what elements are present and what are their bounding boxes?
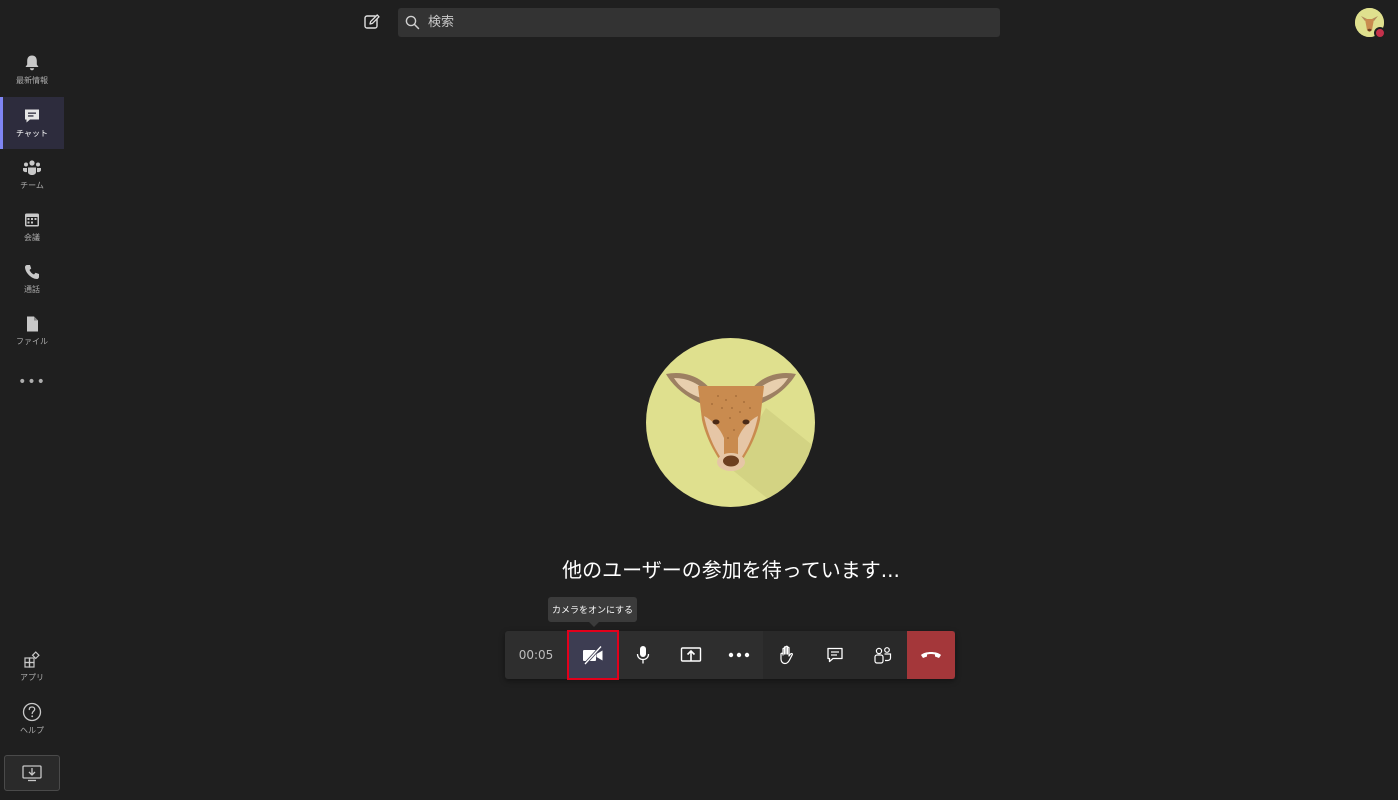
rail-item-label: 通話 — [24, 285, 40, 294]
camera-tooltip: カメラをオンにする — [548, 597, 637, 627]
share-screen-icon — [680, 647, 702, 662]
search-input[interactable] — [426, 14, 986, 31]
rail-item-help[interactable]: ヘルプ — [0, 693, 64, 745]
hang-up-button[interactable] — [907, 631, 955, 679]
chat-toggle-button[interactable] — [811, 631, 859, 679]
help-icon — [22, 702, 42, 722]
deer-avatar-icon — [646, 338, 815, 507]
rail-item-apps[interactable]: アプリ — [0, 641, 64, 693]
more-icon: ••• — [18, 374, 46, 390]
top-bar — [0, 0, 1398, 44]
rail-item-label: チャット — [16, 129, 48, 138]
call-control-bar: 00:05 — [505, 630, 955, 680]
rail-item-label: ファイル — [16, 337, 48, 346]
participants-icon — [874, 647, 892, 664]
rail-item-activity[interactable]: 最新情報 — [0, 44, 64, 96]
teams-icon — [23, 160, 41, 175]
call-timer: 00:05 — [518, 648, 554, 662]
share-screen-button[interactable] — [667, 631, 715, 679]
rail-item-teams[interactable]: チーム — [0, 149, 64, 201]
call-secondary-controls — [763, 631, 955, 679]
download-app-button[interactable] — [4, 755, 60, 791]
rail-item-label: アプリ — [20, 673, 44, 682]
participant-avatar — [646, 338, 815, 507]
phone-icon — [25, 265, 39, 279]
search-icon — [405, 15, 420, 30]
rail-item-files[interactable]: ファイル — [0, 305, 64, 357]
rail-item-label: チーム — [20, 181, 44, 190]
rail-item-meetings[interactable]: 会議 — [0, 201, 64, 253]
chat-icon — [25, 109, 39, 123]
new-chat-button[interactable] — [361, 11, 383, 33]
waiting-message: 他のユーザーの参加を待っています... — [562, 558, 900, 582]
rail-item-label: 会議 — [24, 233, 40, 242]
raise-hand-icon — [780, 645, 793, 665]
compose-icon — [364, 14, 380, 29]
microphone-icon — [636, 646, 650, 664]
presence-busy-indicator — [1374, 27, 1386, 39]
download-icon — [22, 765, 42, 782]
ellipsis-icon — [728, 652, 750, 658]
search-box[interactable] — [398, 8, 1000, 37]
file-icon — [27, 316, 38, 332]
raise-hand-button[interactable] — [763, 631, 811, 679]
chat-icon — [827, 647, 843, 663]
participants-button[interactable] — [859, 631, 907, 679]
more-actions-button[interactable] — [715, 631, 763, 679]
more-apps-button[interactable]: ••• — [0, 369, 64, 395]
bell-icon — [25, 55, 39, 71]
rail-item-calls[interactable]: 通話 — [0, 253, 64, 305]
user-avatar[interactable] — [1355, 8, 1386, 39]
app-rail: 最新情報 チャット チーム 会議 通話 ファイル ••• アプリ ヘルプ — [0, 44, 64, 800]
rail-item-chat[interactable]: チャット — [0, 97, 64, 149]
hang-up-icon — [921, 652, 941, 658]
rail-item-label: ヘルプ — [20, 726, 44, 735]
rail-item-label: 最新情報 — [16, 76, 48, 85]
apps-icon — [24, 651, 40, 668]
camera-toggle-button[interactable] — [567, 630, 619, 680]
calendar-icon — [25, 213, 39, 227]
camera-off-icon — [583, 645, 603, 665]
mic-toggle-button[interactable] — [619, 631, 667, 679]
